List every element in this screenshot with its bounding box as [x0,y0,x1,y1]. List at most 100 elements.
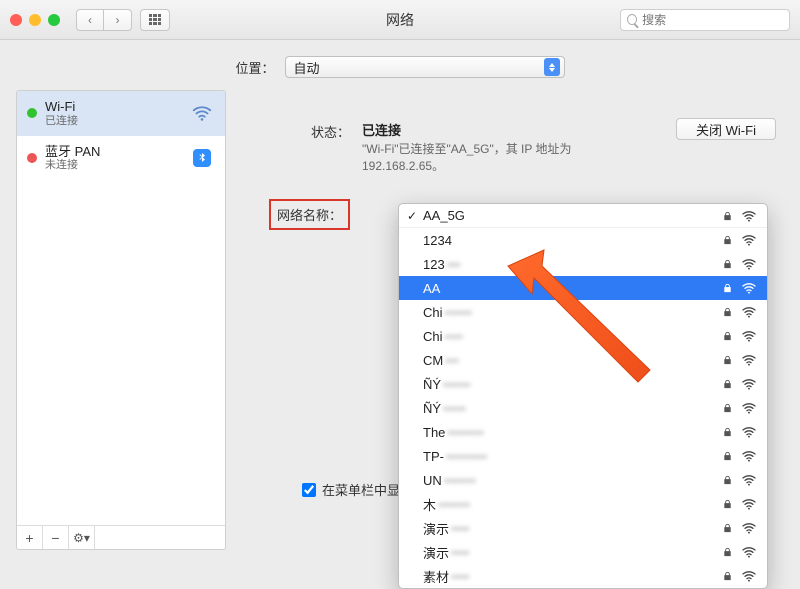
lock-icon [722,210,733,222]
status-description: "Wi-Fi"已连接至"AA_5G"，其 IP 地址为 192.168.2.65… [362,141,642,175]
show-all-button[interactable] [140,9,170,31]
wifi-option[interactable]: 演示•••• [399,540,767,564]
lock-icon [722,570,733,582]
wifi-option[interactable]: Chi•••••• [399,300,767,324]
traffic-lights [10,14,60,26]
wifi-icon [189,102,215,124]
wifi-signal-icon [741,568,757,584]
wifi-option-name: The [423,425,445,440]
lock-icon [722,402,733,414]
search-icon [627,14,637,25]
lock-icon [722,306,733,318]
lock-icon [722,234,733,246]
turn-off-wifi-button[interactable]: 关闭 Wi-Fi [676,118,776,140]
wifi-option[interactable]: 1234 [399,228,767,252]
wifi-option-obscured: ••• [447,257,461,272]
sidebar-item-蓝牙-pan[interactable]: 蓝牙 PAN未连接 [17,136,225,181]
search-input[interactable] [642,13,783,27]
service-status: 未连接 [45,159,181,172]
wifi-option-name: AA_5G [423,208,465,223]
wifi-signal-icon [741,376,757,392]
window-titlebar: ‹ › 网络 [0,0,800,40]
wifi-option-obscured: •••••••• [447,425,483,440]
wifi-option[interactable]: Chi•••• [399,324,767,348]
services-sidebar: Wi-Fi已连接蓝牙 PAN未连接 + − ⚙︎▾ [16,90,226,550]
sidebar-item-wi-fi[interactable]: Wi-Fi已连接 [17,91,225,136]
wifi-signal-icon [741,400,757,416]
forward-button[interactable]: › [104,9,132,31]
zoom-window-button[interactable] [48,14,60,26]
close-window-button[interactable] [10,14,22,26]
lock-icon [722,546,733,558]
wifi-option-obscured: •••••• [445,305,472,320]
wifi-option-name: UN [423,473,442,488]
wifi-option-obscured: ••••••••• [446,449,487,464]
lock-icon [722,378,733,390]
wifi-option[interactable]: The•••••••• [399,420,767,444]
show-in-menubar-checkbox[interactable] [302,483,316,497]
lock-icon [722,522,733,534]
wifi-signal-icon [741,232,757,248]
wifi-signal-icon [741,328,757,344]
network-name-label: 网络名称： [269,199,350,230]
lock-icon [722,450,733,462]
sidebar-footer: + − ⚙︎▾ [17,525,225,549]
wifi-option-name: 123 [423,257,445,272]
location-select[interactable]: 自动 [285,56,565,78]
wifi-option-obscured: •••• [451,521,469,536]
service-name: 蓝牙 PAN [45,144,181,160]
location-value: 自动 [294,58,320,77]
wifi-option[interactable]: CM••• [399,348,767,372]
gear-icon: ⚙︎ [73,531,84,545]
minimize-window-button[interactable] [29,14,41,26]
wifi-option[interactable]: UN••••••• [399,468,767,492]
wifi-option-name: 木 [423,495,436,514]
wifi-option[interactable]: ÑÝ••••• [399,396,767,420]
wifi-signal-icon [741,256,757,272]
wifi-signal-icon [741,448,757,464]
bluetooth-icon [189,149,215,167]
wifi-option-obscured: ••••• [443,401,466,416]
service-status: 已连接 [45,115,181,128]
wifi-signal-icon [741,496,757,512]
lock-icon [722,354,733,366]
status-dot [27,153,37,163]
wifi-signal-icon [741,280,757,296]
wifi-option[interactable]: 演示•••• [399,516,767,540]
remove-service-button[interactable]: − [43,526,69,549]
wifi-option[interactable]: ✓ AA_5G [399,204,767,228]
lock-icon [722,282,733,294]
wifi-option-name: 演示 [423,543,449,562]
wifi-option-name: ÑÝ [423,377,441,392]
search-field[interactable] [620,9,790,31]
wifi-option-name: CM [423,353,443,368]
wifi-option-name: 素材 [423,567,449,586]
wifi-signal-icon [741,352,757,368]
wifi-option[interactable]: 木••••••• [399,492,767,516]
wifi-option[interactable]: 素材•••• [399,564,767,588]
location-label: 位置： [235,58,274,77]
sidebar-gear-button[interactable]: ⚙︎▾ [69,526,95,549]
lock-icon [722,330,733,342]
back-button[interactable]: ‹ [76,9,104,31]
add-service-button[interactable]: + [17,526,43,549]
wifi-option[interactable]: TP-••••••••• [399,444,767,468]
service-name: Wi-Fi [45,99,181,115]
nav-buttons: ‹ › [76,9,132,31]
grid-icon [149,14,161,26]
network-name-dropdown[interactable]: ✓AA_5G1234123•••AAChi••••••Chi••••CM•••Ñ… [398,203,768,589]
wifi-option[interactable]: ÑÝ•••••• [399,372,767,396]
status-dot [27,108,37,118]
wifi-option[interactable]: AA [399,276,767,300]
check-icon: ✓ [407,209,417,223]
detail-pane: 关闭 Wi-Fi 状态： 已连接 "Wi-Fi"已连接至"AA_5G"，其 IP… [240,90,784,550]
wifi-option[interactable]: 123••• [399,252,767,276]
status-label: 状态： [240,120,350,175]
wifi-option-name: Chi [423,305,443,320]
wifi-option-name: AA [423,281,440,296]
bluetooth-icon [193,149,211,167]
wifi-option-name: 1234 [423,233,452,248]
wifi-option-obscured: ••••••• [444,473,476,488]
wifi-option-obscured: •••• [445,329,463,344]
wifi-signal-icon [741,472,757,488]
